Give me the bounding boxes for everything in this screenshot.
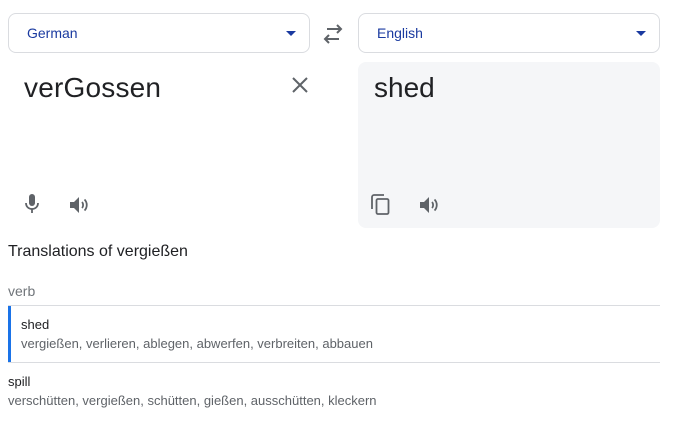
swap-languages-button[interactable] [320, 22, 346, 46]
clear-source-button[interactable] [288, 73, 312, 97]
listen-source-button[interactable] [67, 193, 91, 217]
speaker-icon [420, 197, 438, 213]
copy-icon [371, 194, 390, 215]
reverse-translations: verschütten, vergießen, schütten, gießen… [8, 393, 377, 408]
translation-word[interactable]: spill [8, 374, 30, 389]
caret-down-icon [286, 31, 296, 36]
source-language-label: German [27, 25, 78, 41]
caret-down-icon [636, 31, 646, 36]
translation-word[interactable]: shed [21, 317, 49, 332]
translation-output-text: shed [374, 72, 435, 103]
target-language-label: English [377, 25, 423, 41]
source-language-select[interactable]: German [8, 13, 310, 53]
source-text-input[interactable]: verGossen [24, 72, 161, 104]
listen-translation-button[interactable] [417, 193, 441, 217]
speaker-icon [70, 197, 88, 213]
reverse-translations: vergießen, verlieren, ablegen, abwerfen,… [21, 336, 373, 351]
voice-input-button[interactable] [20, 192, 44, 216]
translations-heading: Translations of vergießen [8, 243, 188, 260]
copy-translation-button[interactable] [369, 193, 393, 217]
selected-indicator [8, 306, 11, 362]
part-of-speech-label: verb [8, 283, 36, 299]
microphone-icon [25, 194, 39, 213]
translation-entry[interactable]: shed vergießen, verlieren, ablegen, abwe… [8, 306, 660, 362]
swap-arrows-icon [323, 24, 343, 44]
close-icon [292, 77, 308, 93]
target-language-select[interactable]: English [358, 13, 660, 53]
translation-output-panel: shed [358, 62, 660, 228]
translation-entry[interactable]: spill verschütten, vergießen, schütten, … [8, 363, 660, 419]
